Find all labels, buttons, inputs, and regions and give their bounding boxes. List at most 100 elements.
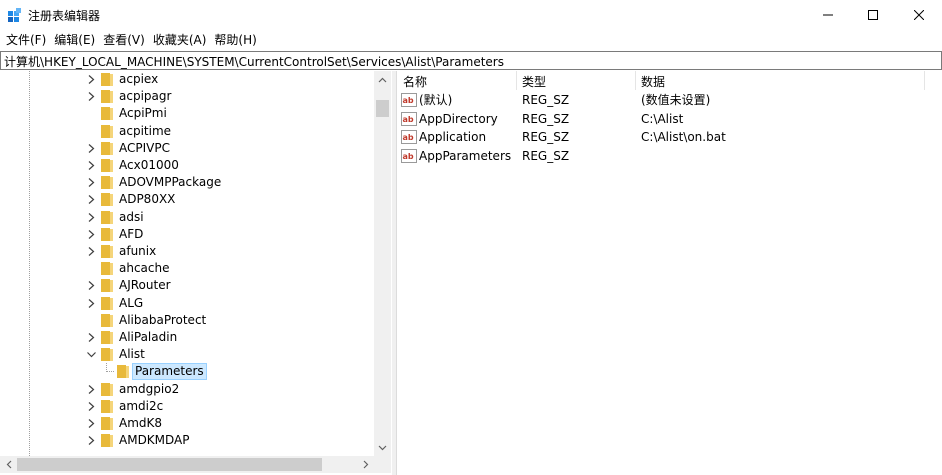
tree-node-label: Acx01000: [119, 158, 179, 172]
folder-icon: [101, 262, 113, 276]
tree-node[interactable]: AcpiPmi: [0, 105, 374, 122]
folder-icon: [101, 417, 113, 430]
tree-node[interactable]: acpipagr: [0, 88, 374, 105]
tree-node[interactable]: AliPaladin: [0, 329, 374, 346]
column-header-type[interactable]: 类型: [522, 73, 546, 90]
tree-node-label: acpitime: [119, 123, 172, 138]
column-header-name[interactable]: 名称: [403, 73, 427, 90]
chevron-right-icon[interactable]: [87, 332, 96, 343]
tree-node[interactable]: AmdK8: [0, 415, 374, 432]
tree-node-label: AFD: [119, 226, 144, 241]
tree-node-label: Parameters: [132, 363, 207, 381]
tree-node[interactable]: amdgpio2: [0, 381, 374, 398]
maximize-button[interactable]: [850, 0, 896, 30]
menu-edit[interactable]: 编辑(E): [50, 30, 99, 50]
value-type: REG_SZ: [522, 130, 570, 144]
value-row[interactable]: ab AppDirectory REG_SZ C:\Alist: [397, 110, 942, 128]
value-row[interactable]: ab (默认) REG_SZ (数值未设置): [397, 91, 942, 109]
folder-icon: [101, 245, 113, 258]
scroll-left-button[interactable]: [0, 456, 17, 473]
tree-node[interactable]: adsi: [0, 209, 374, 226]
tree-node[interactable]: AJRouter: [0, 277, 374, 294]
tree-node[interactable]: ALG: [0, 295, 374, 312]
chevron-right-icon[interactable]: [87, 246, 96, 257]
folder-icon: [101, 331, 113, 344]
tree-connector-line: [106, 363, 114, 373]
chevron-right-icon[interactable]: [87, 418, 96, 429]
menu-bar: 文件(F) 编辑(E) 查看(V) 收藏夹(A) 帮助(H): [0, 30, 942, 50]
folder-icon: [101, 313, 113, 327]
column-divider[interactable]: [516, 71, 517, 90]
chevron-right-icon[interactable]: [87, 160, 96, 171]
scroll-up-button[interactable]: [374, 71, 391, 88]
column-header-data[interactable]: 数据: [641, 73, 665, 90]
tree-node-label: amdgpio2: [119, 381, 180, 396]
folder-icon: [101, 124, 113, 138]
folder-icon: [101, 107, 113, 121]
value-name: Application: [419, 130, 487, 144]
close-button[interactable]: [896, 0, 942, 30]
chevron-right-icon[interactable]: [87, 280, 96, 291]
scroll-thumb[interactable]: [376, 100, 389, 117]
window-title: 注册表编辑器: [28, 9, 101, 23]
chevron-right-icon[interactable]: [87, 435, 96, 446]
menu-file[interactable]: 文件(F): [2, 30, 50, 50]
tree-node-label: afunix: [119, 244, 157, 258]
scroll-corner: [374, 456, 391, 473]
tree-vertical-scrollbar[interactable]: [374, 71, 391, 456]
tree-node[interactable]: amdi2c: [0, 398, 374, 415]
folder-icon: [117, 365, 129, 379]
hscroll-thumb[interactable]: [17, 458, 322, 471]
tree-node[interactable]: acpiex: [0, 71, 374, 88]
tree-node[interactable]: acpitime: [0, 123, 374, 140]
value-row[interactable]: ab AppParameters REG_SZ: [397, 147, 942, 165]
column-divider[interactable]: [924, 71, 925, 90]
chevron-right-icon[interactable]: [87, 91, 96, 102]
tree-node[interactable]: AFD: [0, 226, 374, 243]
tree-node-label: ADOVMPPackage: [119, 175, 222, 190]
folder-icon: [101, 434, 113, 448]
chevron-right-icon[interactable]: [87, 194, 96, 205]
chevron-right-icon[interactable]: [87, 74, 96, 85]
menu-view[interactable]: 查看(V): [99, 30, 149, 50]
tree-horizontal-scrollbar[interactable]: [0, 456, 374, 473]
chevron-down-icon[interactable]: [87, 349, 96, 360]
tree-node[interactable]: Acx01000: [0, 157, 374, 174]
string-value-icon: ab: [401, 148, 417, 163]
scroll-down-button[interactable]: [374, 439, 391, 456]
menu-favorites[interactable]: 收藏夹(A): [149, 30, 211, 50]
tree-node-label: ahcache: [119, 261, 170, 276]
tree-node-label: ADP80XX: [119, 192, 176, 207]
tree-node[interactable]: ADP80XX: [0, 191, 374, 208]
address-path[interactable]: 计算机\HKEY_LOCAL_MACHINE\SYSTEM\CurrentCon…: [4, 53, 504, 70]
chevron-right-icon[interactable]: [87, 298, 96, 309]
chevron-right-icon[interactable]: [87, 212, 96, 223]
chevron-right-icon[interactable]: [87, 143, 96, 154]
chevron-right-icon[interactable]: [87, 229, 96, 240]
tree-node[interactable]: AlibabaProtect: [0, 312, 374, 329]
address-bar[interactable]: 计算机\HKEY_LOCAL_MACHINE\SYSTEM\CurrentCon…: [0, 51, 942, 70]
list-header: 名称 类型 数据: [397, 71, 942, 90]
tree-node[interactable]: AMDKMDAP: [0, 432, 374, 449]
value-data: C:\Alist\on.bat: [641, 130, 726, 144]
tree-node-label: Alist: [119, 347, 145, 362]
value-data: (数值未设置): [641, 93, 711, 107]
chevron-right-icon[interactable]: [87, 177, 96, 188]
scroll-right-button[interactable]: [357, 456, 374, 473]
menu-help[interactable]: 帮助(H): [210, 30, 260, 50]
tree-node[interactable]: Parameters: [0, 363, 374, 381]
tree-node[interactable]: ahcache: [0, 260, 374, 277]
tree-node[interactable]: Alist: [0, 346, 374, 363]
chevron-right-icon[interactable]: [87, 401, 96, 412]
string-value-icon: ab: [401, 130, 417, 144]
tree-node[interactable]: ACPIVPC: [0, 140, 374, 157]
minimize-button[interactable]: [805, 0, 851, 30]
folder-icon: [101, 159, 113, 172]
title-bar: 注册表编辑器: [0, 0, 942, 30]
column-divider[interactable]: [635, 71, 636, 90]
value-row[interactable]: ab Application REG_SZ C:\Alist\on.bat: [397, 128, 942, 146]
tree-node[interactable]: ADOVMPPackage: [0, 174, 374, 191]
chevron-right-icon[interactable]: [87, 384, 96, 395]
folder-icon: [101, 193, 113, 207]
tree-node[interactable]: afunix: [0, 243, 374, 260]
